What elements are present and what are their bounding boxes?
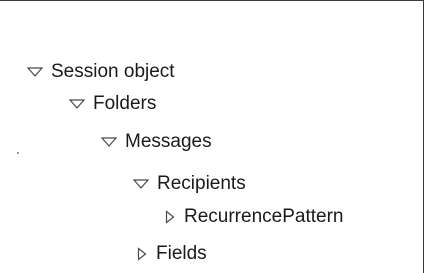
triangle-down-icon[interactable] <box>133 179 149 189</box>
tree-node-folders[interactable]: Folders <box>69 92 156 116</box>
triangle-down-icon[interactable] <box>27 67 43 77</box>
tree-node-label: Session object <box>51 61 175 82</box>
tree-node-messages[interactable]: Messages <box>101 130 212 154</box>
tree-node-recurrence-pattern[interactable]: RecurrencePattern <box>165 205 343 229</box>
tree-node-label: Fields <box>156 243 207 264</box>
tree-node-label: Messages <box>125 131 212 152</box>
tree-node-fields[interactable]: Fields <box>137 242 207 266</box>
triangle-right-icon[interactable] <box>165 210 175 224</box>
tree-node-label: Recipients <box>157 173 246 194</box>
stray-mark <box>17 152 19 154</box>
diagram-frame <box>0 0 424 273</box>
tree-node-session-object[interactable]: Session object <box>27 60 175 84</box>
tree-node-label: RecurrencePattern <box>184 206 344 227</box>
tree-node-label: Folders <box>93 93 157 114</box>
triangle-down-icon[interactable] <box>101 137 117 147</box>
triangle-down-icon[interactable] <box>69 99 85 109</box>
triangle-right-icon[interactable] <box>137 247 147 261</box>
tree-node-recipients[interactable]: Recipients <box>133 172 246 196</box>
